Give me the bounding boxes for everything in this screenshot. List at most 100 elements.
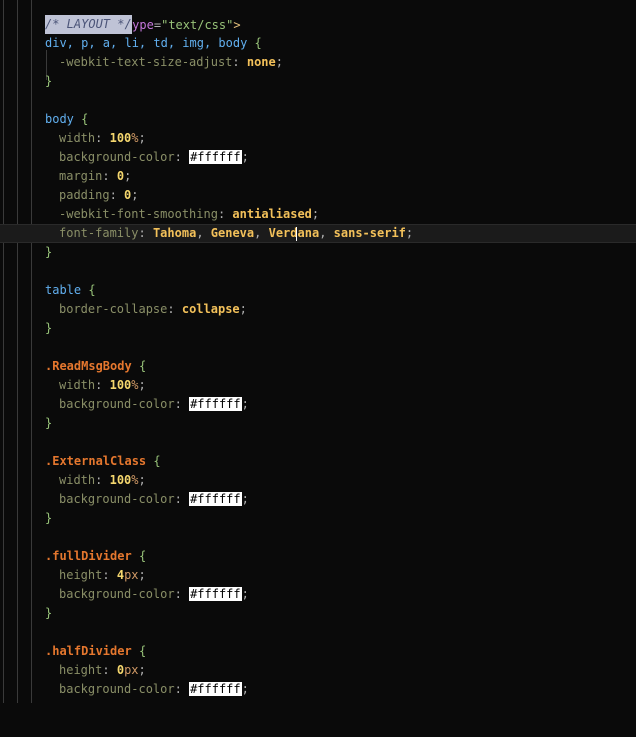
semicolon: ; xyxy=(239,302,247,316)
colon: : xyxy=(138,226,146,240)
open-brace: { xyxy=(254,36,262,50)
semicolon: ; xyxy=(138,378,146,392)
colon: : xyxy=(109,188,117,202)
property-name: background-color xyxy=(59,397,175,411)
close-brace: } xyxy=(45,321,53,335)
code-line-close-brace[interactable]: } xyxy=(0,319,636,338)
open-brace: { xyxy=(81,112,89,126)
code-line-close-brace[interactable]: } xyxy=(0,509,636,528)
property-name: -webkit-font-smoothing xyxy=(59,207,218,221)
selector: table xyxy=(45,283,82,297)
comma: , xyxy=(196,226,204,240)
color-swatch-value: #ffffff xyxy=(189,397,242,411)
property-name: padding xyxy=(59,188,110,202)
colon: : xyxy=(95,378,103,392)
selector: body xyxy=(45,112,74,126)
open-brace: { xyxy=(138,549,147,563)
code-line-declaration[interactable]: background-color: #ffffff; xyxy=(0,680,636,699)
color-swatch-value: #ffffff xyxy=(189,587,242,601)
number-value: 100 xyxy=(109,378,132,392)
color-swatch-value: #ffffff xyxy=(189,492,242,506)
property-name: width xyxy=(59,378,96,392)
unit: px xyxy=(124,663,139,677)
property-name: border-collapse xyxy=(59,302,168,316)
open-brace: { xyxy=(88,283,96,297)
colon: : xyxy=(217,207,226,221)
class-selector: .halfDivider xyxy=(45,644,132,658)
colon: : xyxy=(102,568,110,582)
code-line-body-selector[interactable]: body { xyxy=(0,110,636,129)
property-name: font-family xyxy=(59,226,139,240)
color-swatch-value: #ffffff xyxy=(189,150,242,164)
code-line-close-brace[interactable]: } xyxy=(0,72,636,91)
close-brace: } xyxy=(45,511,53,525)
semicolon: ; xyxy=(138,473,146,487)
text-cursor xyxy=(296,227,297,241)
colon: : xyxy=(174,587,182,601)
code-line-close-brace[interactable]: } xyxy=(0,604,636,623)
property-name: width xyxy=(59,473,96,487)
code-line-close-brace[interactable]: } xyxy=(0,243,636,262)
font-value: sans-serif xyxy=(333,226,406,240)
comma: , xyxy=(319,226,327,240)
close-brace: } xyxy=(45,245,53,259)
property-name: margin xyxy=(59,169,103,183)
open-brace: { xyxy=(153,454,161,468)
semicolon: ; xyxy=(138,663,146,677)
code-line-declaration[interactable]: background-color: #ffffff; xyxy=(0,395,636,414)
code-line-comment[interactable]: /* LAYOUT */ xyxy=(0,15,636,34)
property-name: background-color xyxy=(59,587,175,601)
code-line-externalclass-selector[interactable]: .ExternalClass { xyxy=(0,452,636,471)
code-line-readmsgbody-selector[interactable]: .ReadMsgBody { xyxy=(0,357,636,376)
code-line-declaration[interactable]: background-color: #ffffff; xyxy=(0,148,636,167)
class-selector: .ReadMsgBody xyxy=(45,359,132,373)
property-name: background-color xyxy=(59,150,175,164)
code-line-declaration[interactable]: width: 100%; xyxy=(0,129,636,148)
color-swatch-value: #ffffff xyxy=(189,682,242,696)
semicolon: ; xyxy=(124,169,132,183)
semicolon: ; xyxy=(405,226,414,240)
semicolon: ; xyxy=(241,682,249,696)
code-line-fulldivider-selector[interactable]: .fullDivider { xyxy=(0,547,636,566)
code-line-declaration[interactable]: height: 0px; xyxy=(0,661,636,680)
code-line-declaration[interactable]: height: 4px; xyxy=(0,566,636,585)
code-line-declaration[interactable]: -webkit-text-size-adjust: none; xyxy=(0,53,636,72)
unit: % xyxy=(131,131,139,145)
close-brace: } xyxy=(45,74,53,88)
code-line-declaration[interactable]: padding: 0; xyxy=(0,186,636,205)
semicolon: ; xyxy=(241,150,249,164)
number-value: 100 xyxy=(109,473,132,487)
code-line-declaration[interactable]: margin: 0; xyxy=(0,167,636,186)
colon: : xyxy=(95,131,103,145)
property-name: -webkit-text-size-adjust xyxy=(59,55,233,69)
colon: : xyxy=(167,302,175,316)
semicolon: ; xyxy=(275,55,283,69)
unit: % xyxy=(131,378,139,392)
semicolon: ; xyxy=(241,587,249,601)
code-line-declaration[interactable]: border-collapse: collapse; xyxy=(0,300,636,319)
code-editor[interactable]: <style type="text/css"> /* LAYOUT */ div… xyxy=(0,0,636,703)
code-line-declaration[interactable]: width: 100%; xyxy=(0,471,636,490)
colon: : xyxy=(174,682,182,696)
code-line-table-selector[interactable]: table { xyxy=(0,281,636,300)
colon: : xyxy=(174,150,182,164)
code-line-current[interactable]: font-family: Tahoma, Geneva, Verdana, sa… xyxy=(0,224,636,243)
code-line-close-brace[interactable]: } xyxy=(0,414,636,433)
code-line-halfdivider-selector[interactable]: .halfDivider { xyxy=(0,642,636,661)
semicolon: ; xyxy=(241,397,249,411)
semicolon: ; xyxy=(138,568,146,582)
code-line-declaration[interactable]: width: 100%; xyxy=(0,376,636,395)
number-value: 100 xyxy=(109,131,132,145)
code-line-declaration[interactable]: background-color: #ffffff; xyxy=(0,490,636,509)
colon: : xyxy=(174,397,182,411)
property-name: background-color xyxy=(59,682,175,696)
property-name: height xyxy=(59,568,103,582)
code-line-style-tag[interactable]: <style type="text/css"> xyxy=(0,0,636,32)
font-value: Tahoma xyxy=(152,226,197,240)
semicolon: ; xyxy=(131,188,139,202)
code-line-declaration[interactable]: background-color: #ffffff; xyxy=(0,585,636,604)
colon: : xyxy=(174,492,182,506)
code-line-reset-selector[interactable]: div, p, a, li, td, img, body { xyxy=(0,34,636,53)
class-selector: .ExternalClass xyxy=(45,454,147,468)
code-line-declaration[interactable]: -webkit-font-smoothing: antialiased; xyxy=(0,205,636,224)
